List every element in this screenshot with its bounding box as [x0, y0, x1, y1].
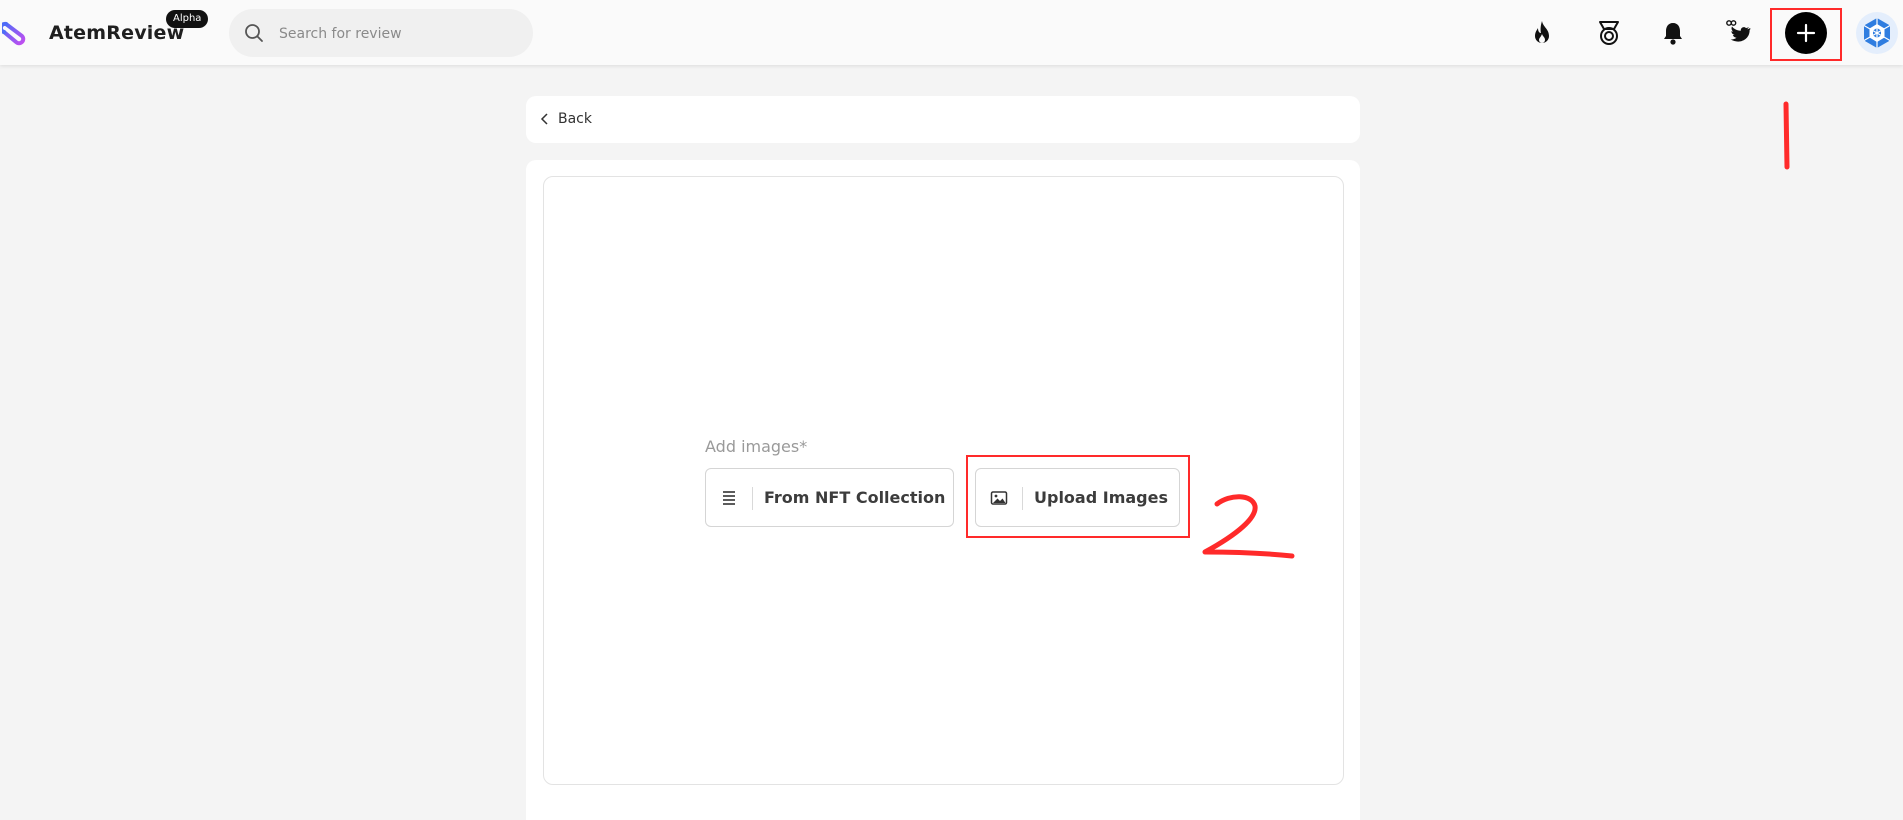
back-link[interactable]: Back: [540, 108, 592, 130]
bell-icon[interactable]: [1659, 19, 1687, 47]
back-label: Back: [558, 111, 592, 127]
search-icon: [245, 24, 263, 42]
plus-icon: [1796, 23, 1816, 43]
upload-images-label: Upload Images: [1034, 488, 1168, 507]
flame-icon[interactable]: [1528, 19, 1556, 47]
button-divider: [1022, 487, 1023, 510]
chevron-left-icon: [540, 113, 548, 125]
from-nft-collection-button[interactable]: From NFT Collection: [705, 468, 954, 527]
upload-images-button[interactable]: Upload Images: [975, 468, 1180, 527]
search-input[interactable]: [277, 21, 521, 47]
search-bar[interactable]: [229, 9, 533, 57]
alpha-badge: Alpha: [166, 10, 209, 28]
top-bar: AtemReview Alpha: [0, 0, 1903, 65]
avatar[interactable]: [1856, 12, 1898, 54]
twitter-link-icon[interactable]: [1725, 19, 1753, 47]
back-bar: Back: [526, 96, 1360, 143]
medal-icon[interactable]: [1595, 19, 1623, 47]
list-icon: [723, 491, 735, 505]
logo-icon[interactable]: [2, 20, 26, 46]
brand-name[interactable]: AtemReview: [49, 22, 184, 44]
create-review-button[interactable]: [1785, 12, 1827, 54]
button-divider: [752, 487, 753, 510]
image-icon: [990, 491, 1008, 505]
annotation-mark-1: [1783, 101, 1790, 170]
from-nft-collection-label: From NFT Collection: [764, 488, 946, 507]
add-images-label: Add images*: [705, 437, 808, 456]
